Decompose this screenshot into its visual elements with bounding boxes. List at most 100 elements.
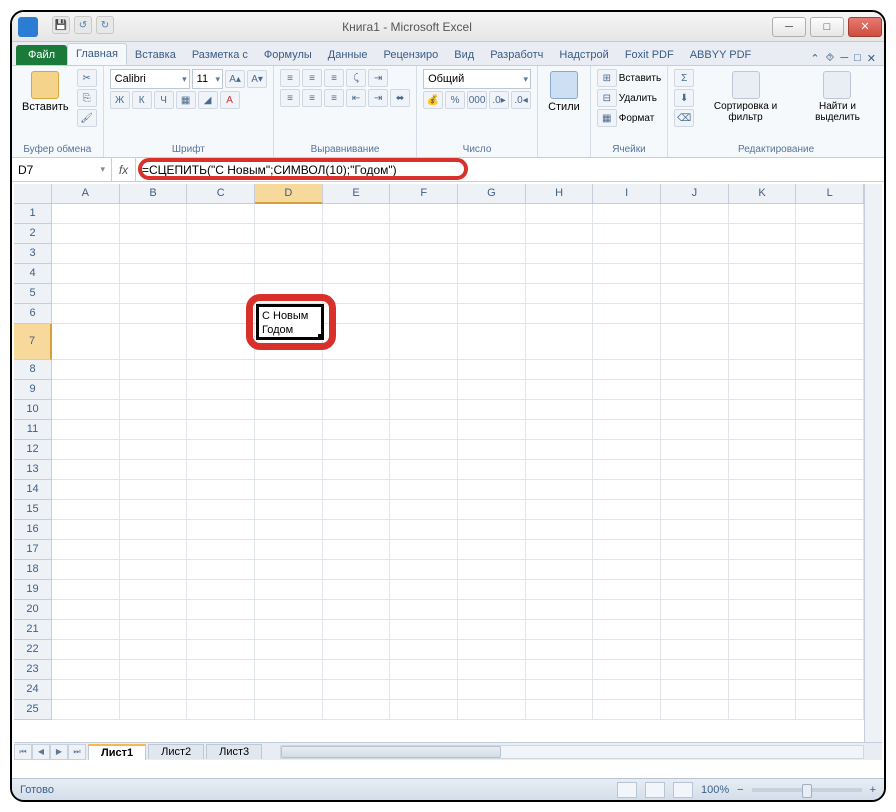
name-box[interactable]: D7 bbox=[12, 158, 112, 181]
cell-K19[interactable] bbox=[729, 580, 797, 600]
cell-D10[interactable] bbox=[255, 400, 323, 420]
col-header-C[interactable]: C bbox=[187, 184, 255, 204]
cell-L9[interactable] bbox=[796, 380, 864, 400]
fill-color-button[interactable]: ◢ bbox=[198, 91, 218, 109]
window-close[interactable]: ✕ bbox=[848, 17, 882, 37]
row-header-12[interactable]: 12 bbox=[14, 440, 52, 460]
dec-decimal[interactable]: .0◂ bbox=[511, 91, 531, 109]
cell-K12[interactable] bbox=[729, 440, 797, 460]
cell-C16[interactable] bbox=[187, 520, 255, 540]
cell-E12[interactable] bbox=[323, 440, 391, 460]
cell-B6[interactable] bbox=[120, 304, 188, 324]
cell-F14[interactable] bbox=[390, 480, 458, 500]
cell-L8[interactable] bbox=[796, 360, 864, 380]
cell-B25[interactable] bbox=[120, 700, 188, 720]
cell-F19[interactable] bbox=[390, 580, 458, 600]
cell-C5[interactable] bbox=[187, 284, 255, 304]
cell-E18[interactable] bbox=[323, 560, 391, 580]
cell-F8[interactable] bbox=[390, 360, 458, 380]
cell-E23[interactable] bbox=[323, 660, 391, 680]
cell-G19[interactable] bbox=[458, 580, 526, 600]
cell-L6[interactable] bbox=[796, 304, 864, 324]
cell-K25[interactable] bbox=[729, 700, 797, 720]
cell-F24[interactable] bbox=[390, 680, 458, 700]
row-header-6[interactable]: 6 bbox=[14, 304, 52, 324]
tab-formulas[interactable]: Формулы bbox=[256, 45, 320, 65]
cell-A16[interactable] bbox=[52, 520, 120, 540]
cell-I10[interactable] bbox=[593, 400, 661, 420]
cell-H13[interactable] bbox=[526, 460, 594, 480]
cell-J10[interactable] bbox=[661, 400, 729, 420]
cell-B8[interactable] bbox=[120, 360, 188, 380]
cell-D20[interactable] bbox=[255, 600, 323, 620]
cell-D5[interactable] bbox=[255, 284, 323, 304]
qat-redo[interactable]: ↻ bbox=[96, 16, 114, 34]
row-header-18[interactable]: 18 bbox=[14, 560, 52, 580]
cell-C25[interactable] bbox=[187, 700, 255, 720]
view-pagebreak[interactable] bbox=[673, 782, 693, 798]
cell-F18[interactable] bbox=[390, 560, 458, 580]
col-header-H[interactable]: H bbox=[526, 184, 594, 204]
cell-J9[interactable] bbox=[661, 380, 729, 400]
cell-K9[interactable] bbox=[729, 380, 797, 400]
cell-K8[interactable] bbox=[729, 360, 797, 380]
cell-G10[interactable] bbox=[458, 400, 526, 420]
cell-I2[interactable] bbox=[593, 224, 661, 244]
cell-J20[interactable] bbox=[661, 600, 729, 620]
tab-review[interactable]: Рецензиро bbox=[376, 45, 447, 65]
cell-C14[interactable] bbox=[187, 480, 255, 500]
cell-L25[interactable] bbox=[796, 700, 864, 720]
cell-J24[interactable] bbox=[661, 680, 729, 700]
cell-G8[interactable] bbox=[458, 360, 526, 380]
cell-F15[interactable] bbox=[390, 500, 458, 520]
cell-E11[interactable] bbox=[323, 420, 391, 440]
font-size-combo[interactable]: 11 bbox=[192, 69, 223, 89]
cell-H24[interactable] bbox=[526, 680, 594, 700]
active-cell[interactable]: С Новым Годом bbox=[256, 304, 324, 340]
cell-L14[interactable] bbox=[796, 480, 864, 500]
doc-restore[interactable]: □ bbox=[854, 52, 861, 65]
cell-J11[interactable] bbox=[661, 420, 729, 440]
cell-B24[interactable] bbox=[120, 680, 188, 700]
cell-D22[interactable] bbox=[255, 640, 323, 660]
window-maximize[interactable]: □ bbox=[810, 17, 844, 37]
zoom-in[interactable]: + bbox=[870, 784, 876, 796]
cell-B1[interactable] bbox=[120, 204, 188, 224]
cell-I9[interactable] bbox=[593, 380, 661, 400]
cell-K18[interactable] bbox=[729, 560, 797, 580]
cell-C7[interactable] bbox=[187, 324, 255, 360]
cell-J22[interactable] bbox=[661, 640, 729, 660]
cell-F3[interactable] bbox=[390, 244, 458, 264]
cell-J23[interactable] bbox=[661, 660, 729, 680]
cell-B18[interactable] bbox=[120, 560, 188, 580]
cell-A9[interactable] bbox=[52, 380, 120, 400]
row-header-11[interactable]: 11 bbox=[14, 420, 52, 440]
cell-J17[interactable] bbox=[661, 540, 729, 560]
col-header-I[interactable]: I bbox=[593, 184, 661, 204]
cell-L15[interactable] bbox=[796, 500, 864, 520]
cell-C12[interactable] bbox=[187, 440, 255, 460]
cell-F5[interactable] bbox=[390, 284, 458, 304]
cell-L11[interactable] bbox=[796, 420, 864, 440]
underline-button[interactable]: Ч bbox=[154, 91, 174, 109]
sheet-nav-next[interactable]: ▶ bbox=[50, 744, 68, 760]
sheet-nav-last[interactable]: ⏭ bbox=[68, 744, 86, 760]
cell-A11[interactable] bbox=[52, 420, 120, 440]
row-header-7[interactable]: 7 bbox=[14, 324, 52, 360]
row-header-21[interactable]: 21 bbox=[14, 620, 52, 640]
cell-I23[interactable] bbox=[593, 660, 661, 680]
cell-B5[interactable] bbox=[120, 284, 188, 304]
cell-L23[interactable] bbox=[796, 660, 864, 680]
cell-E22[interactable] bbox=[323, 640, 391, 660]
cell-J5[interactable] bbox=[661, 284, 729, 304]
cell-J25[interactable] bbox=[661, 700, 729, 720]
cell-F17[interactable] bbox=[390, 540, 458, 560]
delete-cells[interactable]: ⊟ bbox=[597, 89, 617, 107]
cell-B19[interactable] bbox=[120, 580, 188, 600]
cell-K4[interactable] bbox=[729, 264, 797, 284]
cell-L1[interactable] bbox=[796, 204, 864, 224]
shrink-font[interactable]: A▾ bbox=[247, 70, 267, 88]
col-header-A[interactable]: A bbox=[52, 184, 120, 204]
qat-save[interactable]: 💾 bbox=[52, 16, 70, 34]
view-pagelayout[interactable] bbox=[645, 782, 665, 798]
